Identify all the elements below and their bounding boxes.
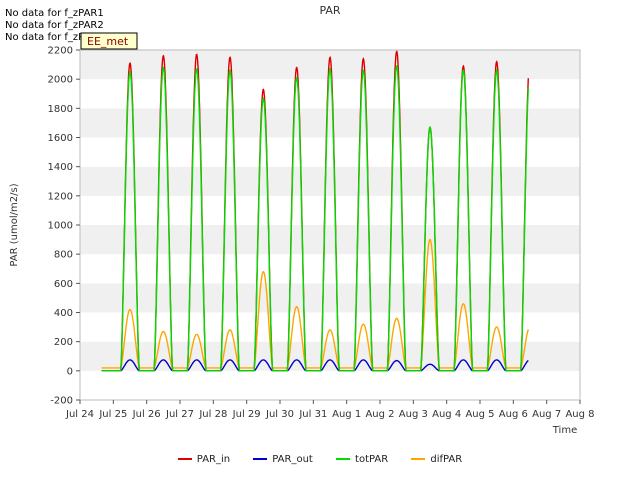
legend-label-par-in: PAR_in — [196, 454, 231, 465]
x-tick-label: Jul 30 — [265, 409, 294, 420]
x-tick-label: Aug 2 — [365, 409, 394, 420]
grid-band — [80, 283, 580, 313]
grid-band — [80, 370, 580, 400]
par-chart: -200 0 200 400 600 800 1000 1200 1400 1600 1800 200… — [9, 4, 595, 436]
x-tick-label: Aug 8 — [565, 409, 594, 420]
x-tick-label: Jul 26 — [132, 409, 161, 420]
ee-met-badge: EE_met — [80, 32, 138, 50]
x-tick-label: Jul 24 — [65, 409, 94, 420]
y-tick-label: 1800 — [48, 104, 73, 115]
legend-item-totpar: totPAR — [336, 454, 388, 465]
grid-band — [80, 254, 580, 284]
y-tick-label: 2200 — [48, 46, 73, 57]
y-tick-label: 200 — [54, 337, 73, 348]
y-tick-label: 2000 — [48, 75, 73, 86]
y-axis-label: PAR (umol/m2/s) — [9, 183, 20, 266]
grid-band — [80, 225, 580, 255]
x-tick-label: Aug 1 — [332, 409, 361, 420]
y-tick-label: 600 — [54, 279, 73, 290]
x-tick-label: Jul 27 — [165, 409, 194, 420]
legend-label-totpar: totPAR — [355, 454, 389, 465]
grid-band — [80, 166, 580, 196]
x-tick-label: Jul 28 — [198, 409, 227, 420]
grid-band — [80, 195, 580, 225]
x-tick-label: Aug 4 — [432, 409, 461, 420]
legend: PAR_in PAR_out totPAR difPAR — [0, 454, 640, 465]
chart-title: PAR — [319, 4, 340, 17]
legend-label-difpar: difPAR — [430, 454, 463, 465]
y-tick-label: 1600 — [48, 133, 73, 144]
y-tick-label: 1400 — [48, 162, 73, 173]
x-tick-label: Jul 25 — [98, 409, 127, 420]
x-axis-label: Time — [552, 425, 577, 436]
legend-label-par-out: PAR_out — [272, 454, 313, 465]
x-tick-label: Jul 31 — [298, 409, 327, 420]
ee-met-badge-label: EE_met — [87, 35, 129, 48]
y-tick-label: 1000 — [48, 221, 73, 232]
x-tick-label: Aug 7 — [532, 409, 561, 420]
grid-band — [80, 108, 580, 138]
x-tick-label: Aug 6 — [499, 409, 528, 420]
y-tick-label: 400 — [54, 308, 73, 319]
y-tick-label: 0 — [67, 366, 73, 377]
grid-band — [80, 50, 580, 80]
x-tick-label: Jul 29 — [232, 409, 261, 420]
y-tick-label: 800 — [54, 250, 73, 261]
y-tick-label: -200 — [50, 396, 73, 407]
grid-band — [80, 137, 580, 167]
legend-item-par-out: PAR_out — [253, 454, 313, 465]
y-tick-label: 1200 — [48, 191, 73, 202]
legend-item-difpar: difPAR — [411, 454, 462, 465]
x-tick-label: Aug 3 — [399, 409, 428, 420]
legend-item-par-in: PAR_in — [177, 454, 231, 465]
grid-band — [80, 79, 580, 109]
x-tick-label: Aug 5 — [465, 409, 494, 420]
